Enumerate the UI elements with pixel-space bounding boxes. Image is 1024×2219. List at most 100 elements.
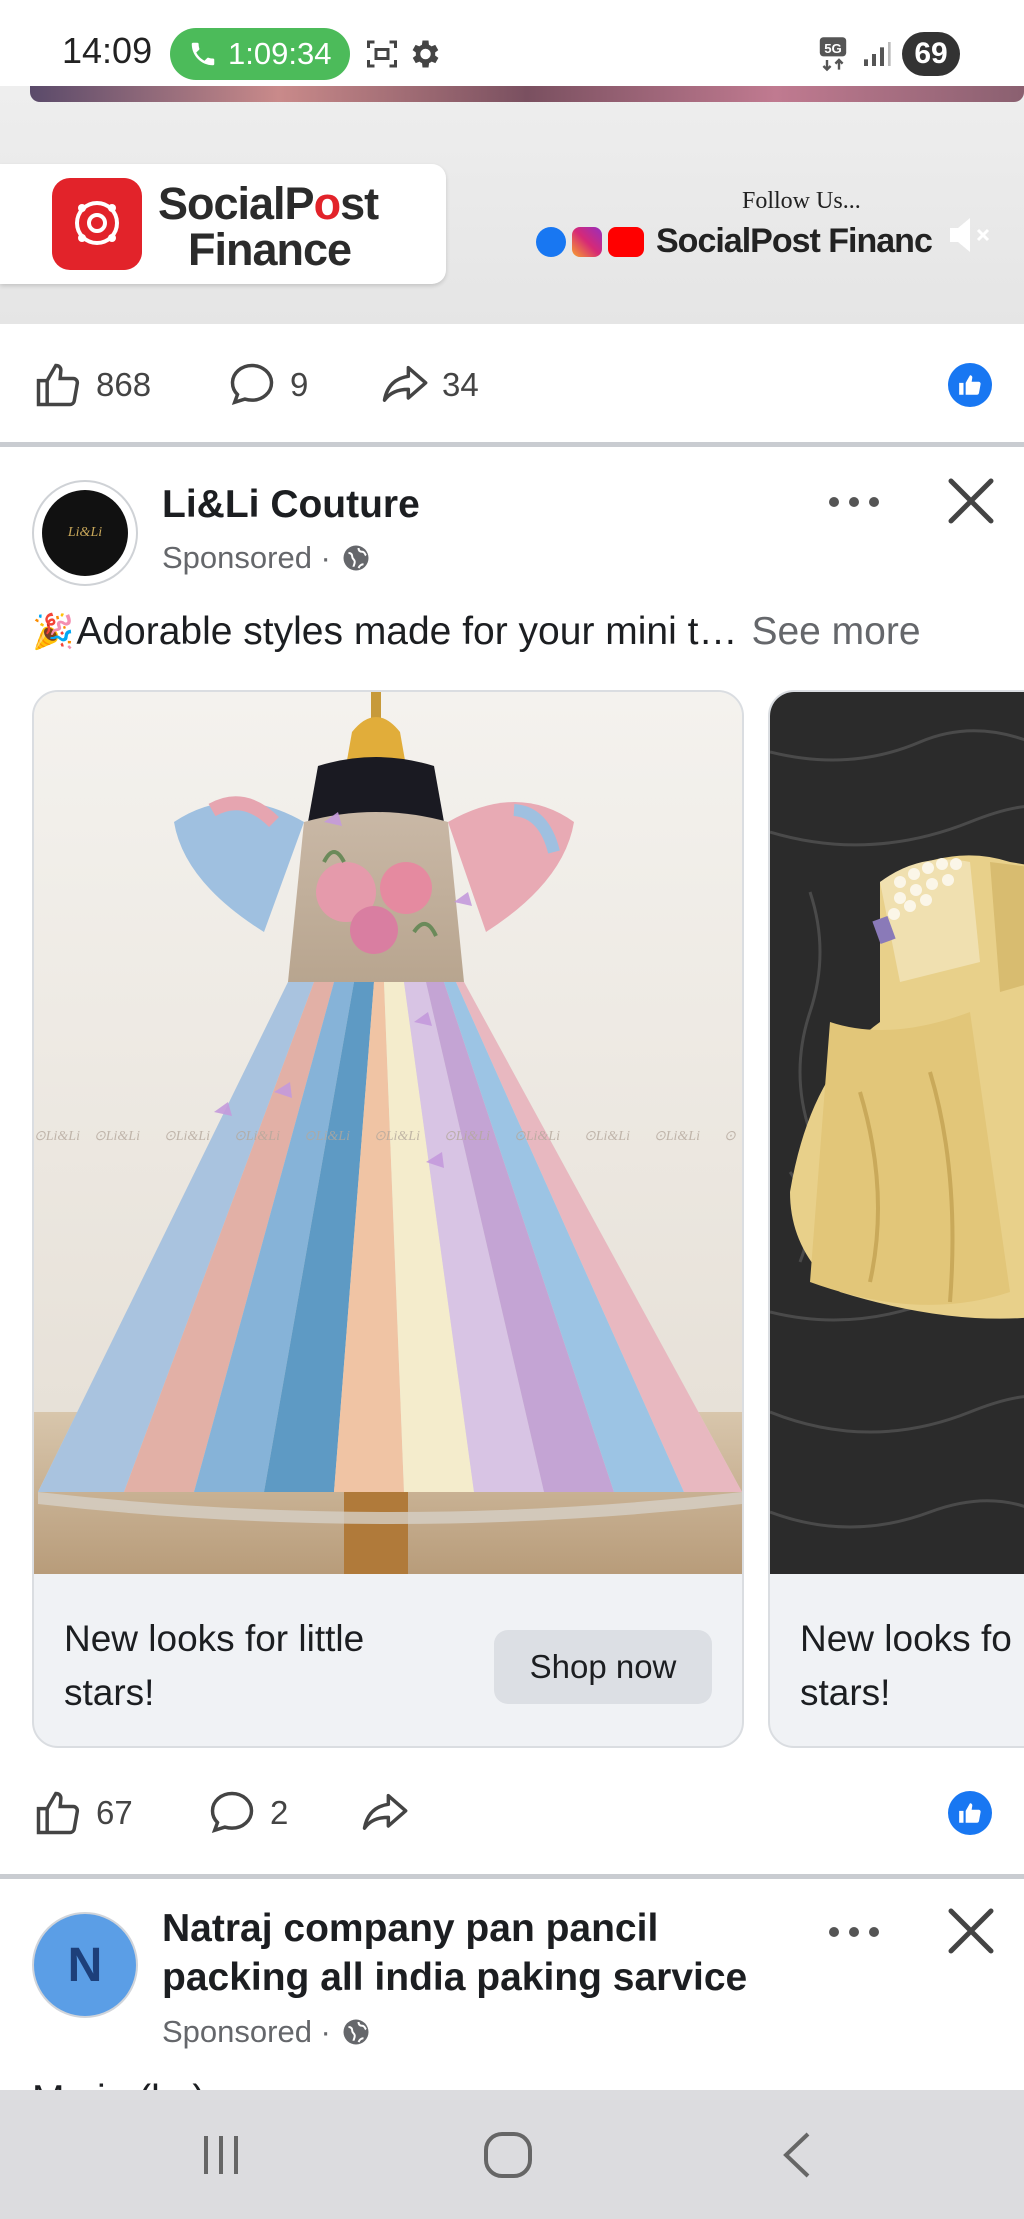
battery-indicator: 69 (902, 32, 960, 76)
post-divider (0, 1874, 1024, 1879)
carousel-card-2[interactable]: New looks fo stars! (768, 690, 1024, 1748)
comment-count: 9 (290, 366, 309, 403)
sponsored-label: Sponsored · (162, 540, 371, 576)
avatar-inner: Li&Li (42, 490, 128, 576)
svg-text:⊙: ⊙ (724, 1129, 736, 1144)
card-caption-line2: stars! (64, 1672, 155, 1713)
svg-text:⊙Li&Li: ⊙Li&Li (304, 1129, 350, 1144)
more-icon[interactable] (826, 492, 882, 512)
close-icon[interactable] (946, 476, 996, 526)
status-time: 14:09 (62, 30, 153, 71)
more-icon[interactable] (826, 1922, 882, 1942)
post2-text-partial: M...i...(l...)... (32, 2074, 392, 2090)
card-caption-line2: stars! (800, 1672, 891, 1713)
carousel-card-1[interactable]: ⊙Li&Li ⊙Li&Li ⊙Li&Li ⊙Li&Li ⊙Li&Li ⊙Li&Li ⊙Li&… (32, 690, 744, 1748)
share-icon (362, 1793, 408, 1830)
avatar-logo-text: Li&Li (67, 525, 103, 540)
post-text[interactable]: 🎉 Adorable styles made for your mini t… … (32, 610, 921, 654)
brand-text-b: st (340, 178, 379, 229)
like-badge-icon (948, 1791, 992, 1835)
li-li-couture-avatar[interactable]: Li&Li (32, 480, 138, 586)
youtube-icon (608, 226, 644, 257)
like-icon (36, 363, 80, 407)
globe-icon (343, 545, 369, 571)
status-bar: 14:09 1:09:34 5G 69 (0, 0, 1024, 86)
rainbow-dress-illustration: ⊙Li&Li ⊙Li&Li ⊙Li&Li ⊙Li&Li ⊙Li&Li ⊙Li&Li ⊙Li&… (34, 692, 742, 1574)
facebook-icon (536, 226, 566, 257)
facebook-feed-screen: 14:09 1:09:34 5G 69 SocialPost Finance F… (0, 0, 1024, 2219)
follow-us-label: Follow Us... (742, 188, 861, 214)
product-image-gold-dress[interactable] (770, 692, 1024, 1574)
like-count: 67 (96, 1794, 133, 1831)
mute-icon[interactable] (944, 210, 994, 260)
svg-text:⊙Li&Li: ⊙Li&Li (584, 1129, 630, 1144)
product-image-rainbow-dress[interactable]: ⊙Li&Li ⊙Li&Li ⊙Li&Li ⊙Li&Li ⊙Li&Li ⊙Li&Li ⊙Li&… (34, 692, 742, 1574)
svg-text:5G: 5G (824, 41, 842, 56)
like-button[interactable]: 868 (32, 330, 151, 440)
see-more-link[interactable]: See more (751, 610, 920, 654)
svg-text:⊙Li&Li: ⊙Li&Li (94, 1129, 140, 1144)
page-name[interactable]: Li&Li Couture (162, 480, 420, 529)
card-caption-line1: New looks for little (64, 1618, 365, 1659)
brand-text-a: SocialP (158, 178, 315, 229)
post2-text: M...i...(l...)... (32, 2078, 238, 2090)
svg-text:⊙Li&Li: ⊙Li&Li (34, 1129, 80, 1144)
svg-text:⊙Li&Li: ⊙Li&Li (374, 1129, 420, 1144)
page-name[interactable]: Natraj company pan pancil packing all in… (162, 1904, 747, 2002)
share-icon (382, 365, 428, 402)
card-caption-line1: New looks fo (800, 1618, 1012, 1659)
instagram-icon (572, 226, 602, 257)
call-timer: 1:09:34 (228, 36, 332, 71)
signal-icon (864, 42, 891, 66)
share-count: 34 (442, 366, 479, 403)
ongoing-call-pill[interactable]: 1:09:34 (170, 28, 350, 80)
svg-text:⊙Li&Li: ⊙Li&Li (514, 1129, 560, 1144)
share-button[interactable]: 34 (378, 330, 479, 440)
share-button[interactable] (358, 1758, 422, 1868)
network-5g-icon: 5G (819, 37, 847, 72)
socialpost-finance: Finance (188, 224, 352, 275)
screenshot-icon (367, 40, 397, 68)
video-top-strip (30, 86, 1024, 102)
comment-button[interactable]: 2 (206, 1758, 288, 1868)
back-icon[interactable] (778, 2130, 818, 2180)
shop-now-button[interactable]: Shop now (494, 1630, 712, 1704)
svg-text:⊙Li&Li: ⊙Li&Li (654, 1129, 700, 1144)
follow-channel-name: SocialPost Financ (656, 222, 933, 260)
previous-post-actions: 868 9 34 (0, 330, 1024, 440)
system-nav-bar (0, 2090, 1024, 2219)
previous-post-video[interactable]: SocialPost Finance Follow Us... SocialPo… (0, 86, 1024, 324)
like-badge-icon (948, 363, 992, 407)
recents-icon[interactable] (196, 2130, 246, 2180)
page-name-line2: packing all india paking sarvice (162, 1956, 748, 1999)
natraj-avatar[interactable]: N (32, 1912, 138, 2018)
home-icon[interactable] (482, 2130, 534, 2180)
brand-text-o: o (313, 178, 341, 229)
like-button[interactable]: 67 (32, 1758, 133, 1868)
comment-icon (210, 1791, 254, 1834)
comment-icon (230, 363, 274, 406)
gold-dress-illustration (770, 692, 1024, 1574)
svg-text:⊙Li&Li: ⊙Li&Li (164, 1129, 210, 1144)
sponsored-label: Sponsored · (162, 2014, 371, 2050)
card-caption: New looks fo stars! (800, 1612, 1012, 1720)
svg-text:⊙Li&Li: ⊙Li&Li (444, 1129, 490, 1144)
phone-icon (191, 42, 215, 66)
socialpost-logo-icon (52, 178, 142, 270)
comment-button[interactable]: 9 (226, 330, 308, 440)
svg-text:⊙Li&Li: ⊙Li&Li (234, 1129, 280, 1144)
avatar-letter: N (67, 1938, 103, 1992)
socialpost-name: SocialPost (158, 178, 379, 230)
page-name-line1: Natraj company pan pancil (162, 1907, 659, 1950)
sponsored-text: Sponsored · (162, 2014, 331, 2049)
close-icon[interactable] (946, 1906, 996, 1956)
globe-icon (343, 2019, 369, 2045)
like-count: 868 (96, 366, 152, 403)
party-emoji: 🎉 (32, 613, 75, 651)
post-text-body: Adorable styles made for your mini t… (76, 610, 738, 653)
gear-icon (412, 40, 439, 68)
post-divider (0, 442, 1024, 447)
card-caption: New looks for little stars! (64, 1612, 364, 1720)
sponsored-text: Sponsored · (162, 540, 331, 575)
like-icon (36, 1791, 80, 1835)
